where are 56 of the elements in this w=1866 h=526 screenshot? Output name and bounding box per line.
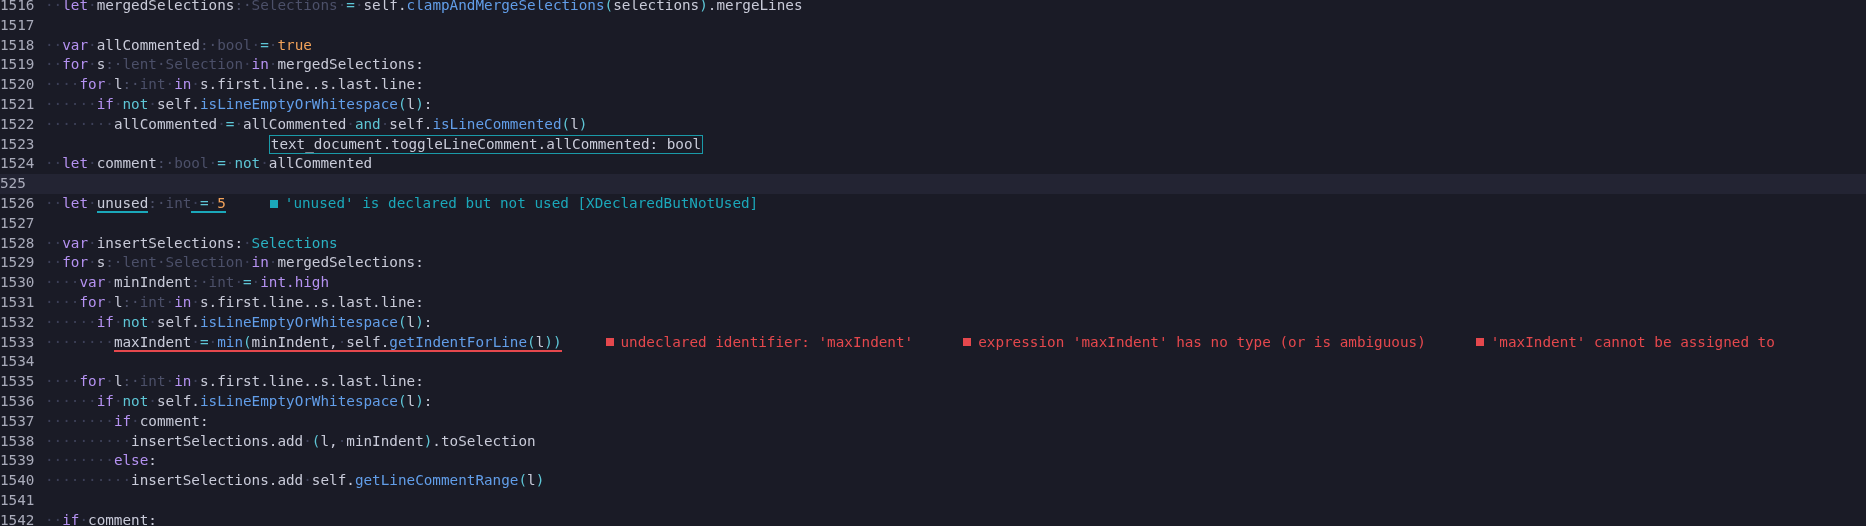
line-number: 1518 [0,35,36,55]
line-number: 1538 [0,431,36,451]
code-line: ··let·unused:·int·=·5 [45,193,226,214]
line-number: 1529 [0,253,36,273]
code-line: ··var·insertSelections:·Selections [45,233,338,253]
square-icon [963,338,972,347]
square-icon [269,199,278,208]
code-line: ··var·allCommented:·bool·=·true [45,35,312,55]
line-number: 1519 [0,55,36,75]
line-number: 1541 [0,490,36,510]
line-number: 1516 [0,0,36,15]
line-number: 1528 [0,233,36,253]
code-line: ····for·l:·int·in·s.first.line..s.last.line: [45,292,424,312]
diagnostic-message: 'maxIndent' cannot be assigned to [1490,332,1775,352]
code-line: ········else: [45,451,157,471]
line-number: 1535 [0,372,36,392]
line-number: 1523 [0,134,36,154]
line-number: 1540 [0,471,36,491]
diagnostic-message: 'unused' is declared but not used [XDeclaredButNotUsed] [284,193,759,213]
line-number: 1517 [0,15,36,35]
code-line: ··for·s:·lent·Selection·in·mergedSelections: [45,55,424,75]
line-number: 525 [0,174,27,194]
code-line: ··········insertSelections.add·self.getLineCommentRange(l) [45,471,545,491]
code-line: ··if·comment: [45,510,157,526]
line-number: 1534 [0,352,36,372]
code-line: ··········insertSelections.add·(l,·minIndent).toSelection [45,431,536,451]
line-number: 1520 [0,75,36,95]
code-line: ··let·comment:·bool·=·not·allCommented [45,154,373,174]
code-line: ········if·comment: [45,411,209,431]
code-line: ········allCommented·=·allCommented·and·self.isLineCommented(l) [45,114,588,134]
code-line: ····for·l:·int·in·s.first.line..s.last.line: [45,75,424,95]
line-number: 1524 [0,154,36,174]
line-number: 1531 [0,292,36,312]
code-line: ······if·not·self.isLineEmptyOrWhitespace(l): [45,391,433,411]
line-number: 1536 [0,391,36,411]
code-line: ··for·s:·lent·Selection·in·mergedSelections: [45,253,424,273]
line-number: 1527 [0,213,36,233]
line-number: 1522 [0,114,36,134]
square-icon [605,338,614,347]
square-icon [1475,338,1484,347]
line-number: 1526 [0,193,36,213]
diagnostic-message: expression 'maxIndent' has no type (or is ambiguous) [978,332,1426,352]
line-number: 1542 [0,510,36,526]
type-hint: text_document.toggleLineComment.allCommented: bool [268,134,704,154]
line-number: 1537 [0,411,36,431]
line-number: 1532 [0,312,36,332]
line-number: 1530 [0,273,36,293]
code-line: ····var·minIndent:·int·=·int.high [45,273,330,293]
line-number: 1521 [0,95,36,114]
diagnostic-message: undeclared identifier: 'maxIndent' [620,332,914,352]
code-line: ······if·not·self.isLineEmptyOrWhitespace(l): [45,95,433,114]
code-line: ········maxIndent·=·min(minIndent,·self.getIndentForLine(l)) [45,332,562,353]
line-number: 1539 [0,451,36,471]
code-line: ····for·l:·int·in·s.first.line..s.last.line: [45,372,424,392]
line-number: 1533 [0,332,36,352]
code-line: ······if·not·self.isLineEmptyOrWhitespace(l): [45,312,433,332]
